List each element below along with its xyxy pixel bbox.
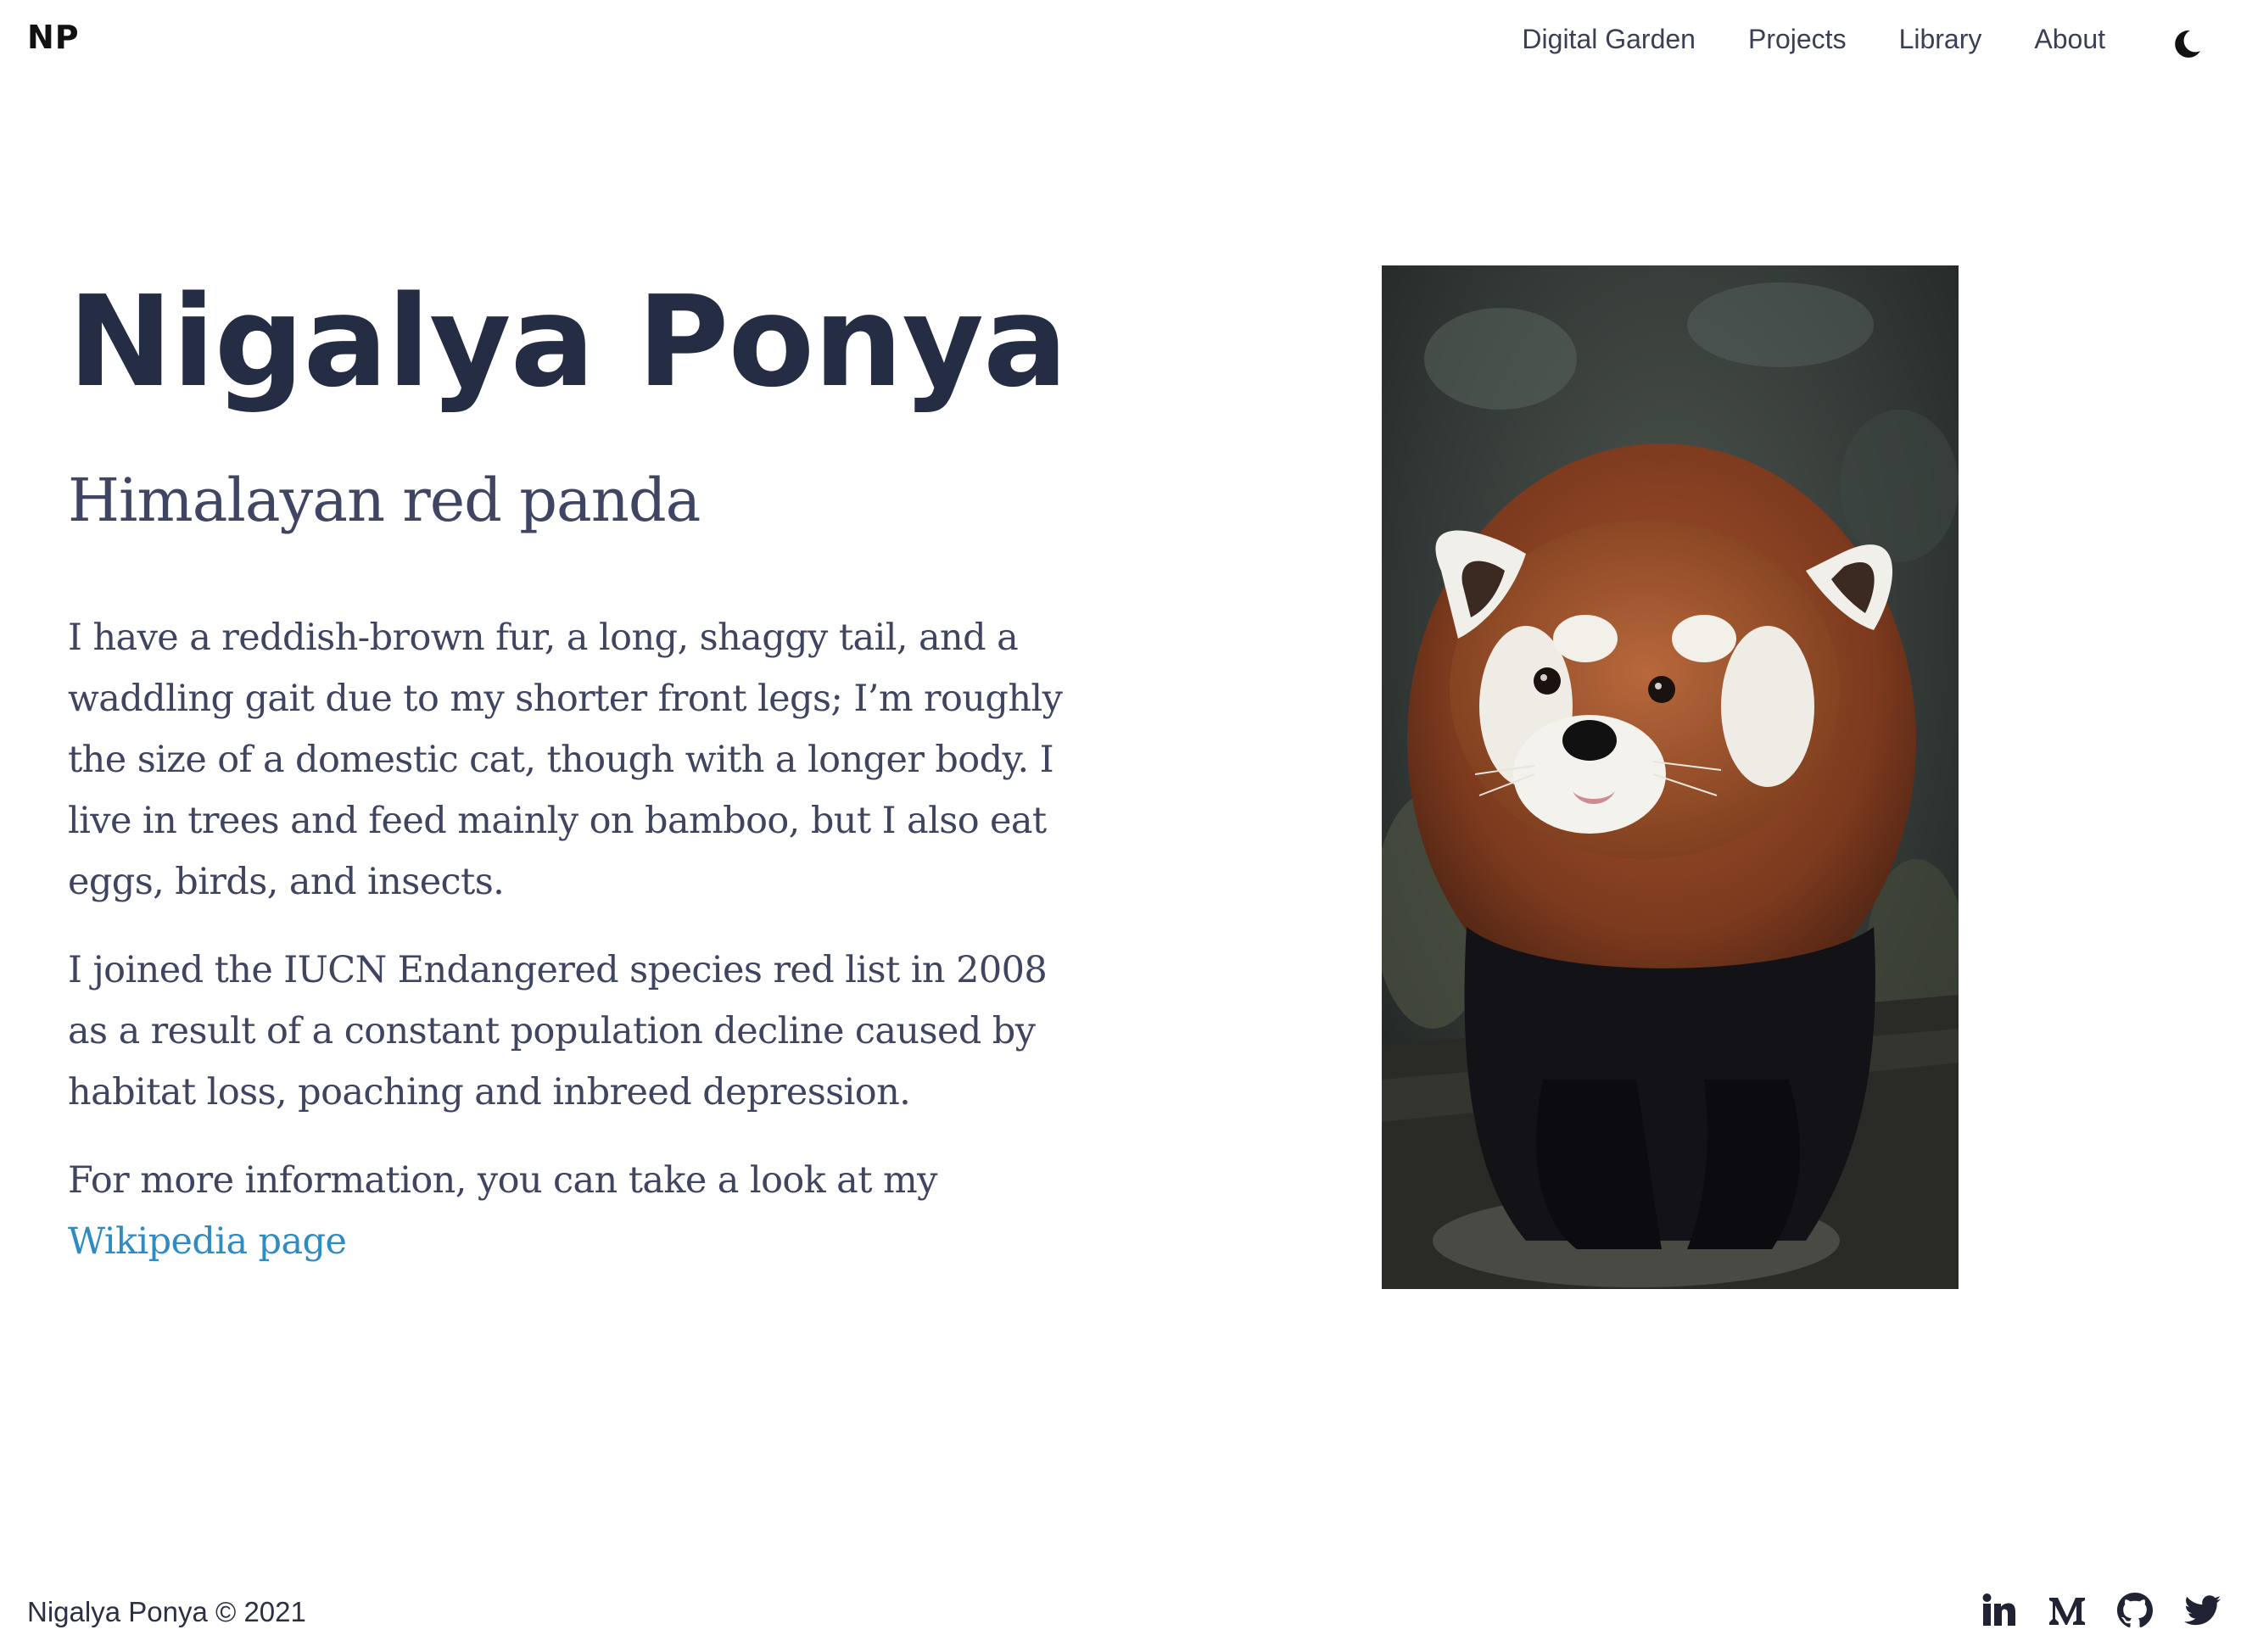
page-title: Nigalya Ponya — [68, 269, 1068, 415]
twitter-icon — [2184, 1595, 2221, 1626]
bio-paragraph: I have a reddish-brown fur, a long, shag… — [68, 617, 1063, 903]
page-subtitle: Himalayan red panda — [68, 466, 701, 535]
main-nav: Digital Garden Projects Library About — [1522, 20, 2105, 58]
linkedin-link[interactable] — [1980, 1591, 2019, 1630]
wikipedia-link[interactable]: Wikipedia page — [68, 1220, 347, 1263]
footer-copyright: Nigalya Ponya © 2021 — [27, 1596, 306, 1627]
nav-item-digital-garden[interactable]: Digital Garden — [1522, 20, 1696, 58]
github-link[interactable] — [2115, 1591, 2154, 1630]
theme-toggle-button[interactable] — [2168, 25, 2205, 63]
social-links — [1980, 1591, 2222, 1630]
medium-link[interactable] — [2048, 1591, 2087, 1630]
github-icon — [2117, 1593, 2153, 1627]
more-info-paragraph: For more information, you can take a loo… — [68, 1150, 1069, 1272]
linkedin-icon — [1982, 1593, 2015, 1626]
site-logo[interactable]: NP — [27, 19, 80, 56]
nav-item-about[interactable]: About — [2034, 20, 2105, 58]
medium-icon — [2049, 1598, 2085, 1625]
nav-item-library[interactable]: Library — [1899, 20, 1982, 58]
twitter-link[interactable] — [2183, 1591, 2222, 1630]
nav-item-projects[interactable]: Projects — [1748, 20, 1847, 58]
moon-icon — [2175, 30, 2200, 58]
site-header: NP Digital Garden Projects Library About — [0, 0, 2241, 81]
bio-paragraph: I joined the IUCN Endangered species red… — [68, 949, 1048, 1113]
bio-section: I have a reddish-brown fur, a long, shag… — [68, 607, 1069, 1299]
more-info-text: For more information, you can take a loo… — [68, 1159, 937, 1202]
red-panda-photo — [1382, 265, 1959, 1289]
